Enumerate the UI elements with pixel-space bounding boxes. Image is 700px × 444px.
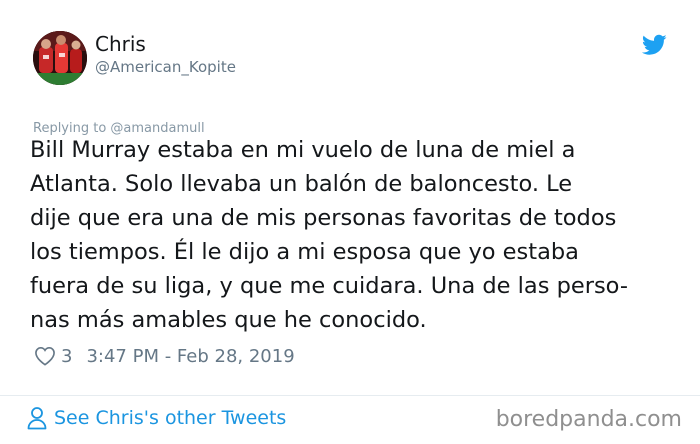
- twitter-bird-icon[interactable]: [642, 34, 667, 56]
- like-count: 3: [61, 345, 73, 367]
- person-icon: [27, 406, 47, 430]
- divider: [0, 395, 700, 396]
- tweet-card: Chris @American_Kopite Replying to @aman…: [0, 0, 700, 444]
- display-name[interactable]: Chris: [95, 32, 146, 56]
- tweet-meta: 3 3:47 PM - Feb 28, 2019: [34, 344, 295, 368]
- watermark: boredpanda.com: [495, 407, 682, 432]
- user-handle[interactable]: @American_Kopite: [95, 58, 236, 76]
- timestamp[interactable]: 3:47 PM - Feb 28, 2019: [86, 346, 294, 367]
- see-other-tweets-link[interactable]: See Chris's other Tweets: [27, 406, 286, 430]
- avatar-photo: [33, 31, 87, 85]
- see-other-tweets-label: See Chris's other Tweets: [54, 407, 287, 429]
- heart-icon[interactable]: [34, 346, 56, 366]
- tweet-text: Bill Murray estaba en mi vuelo de luna d…: [30, 137, 628, 333]
- avatar[interactable]: [33, 31, 87, 85]
